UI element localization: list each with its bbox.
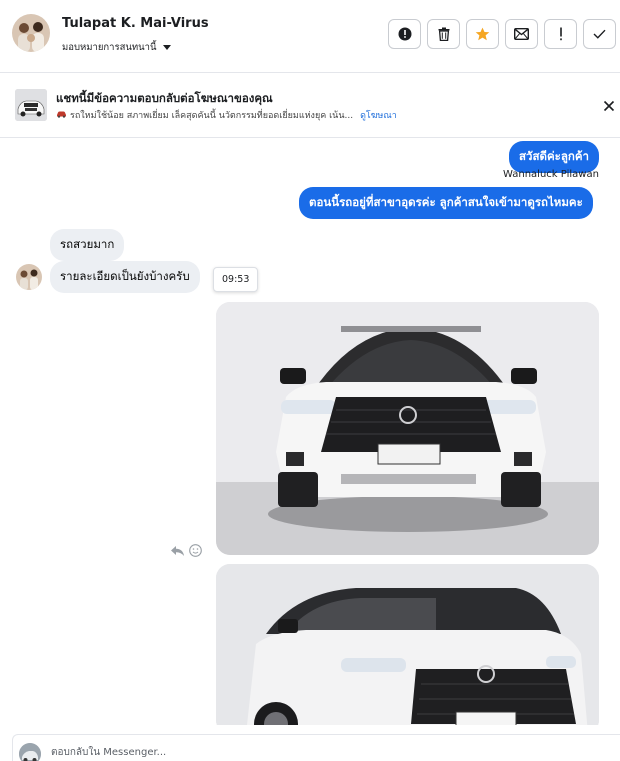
exclamation-icon [559, 27, 563, 41]
star-button[interactable] [466, 19, 499, 49]
check-icon [593, 29, 606, 39]
car-icon [56, 110, 67, 121]
car-photo-front[interactable] [216, 302, 599, 555]
message-composer [12, 734, 620, 761]
delete-button[interactable] [427, 19, 460, 49]
report-icon [398, 27, 412, 41]
mark-unread-button[interactable] [505, 19, 538, 49]
conversation-header: Tulapat K. Mai-Virus มอบหมายการสนทนานี้ [0, 0, 620, 73]
ad-thumbnail[interactable] [15, 89, 47, 121]
incoming-message[interactable]: รายละเอียดเป็นยังบ้างครับ [50, 261, 200, 293]
page-avatar [19, 743, 41, 761]
star-icon [475, 27, 490, 41]
trash-icon [438, 27, 450, 41]
ad-reply-banner: แชทนี้มีข้อความตอบกลับต่อโฆษณาของคุณ รถใ… [0, 74, 620, 138]
contact-name[interactable]: Tulapat K. Mai-Virus [62, 16, 209, 31]
reply-icon[interactable] [170, 542, 185, 561]
ad-banner-description: รถใหม่ใช้น้อย สภาพเยี่ยม เล็คสุดคันนี้ น… [56, 108, 476, 122]
close-icon [601, 99, 617, 118]
ad-banner-title: แชทนี้มีข้อความตอบกลับต่อโฆษณาของคุณ [56, 91, 273, 105]
view-ad-link[interactable]: ดูโฆษณา [360, 108, 397, 122]
emoji-reaction-icon[interactable] [189, 542, 202, 561]
header-actions [388, 19, 616, 49]
assign-conversation-dropdown[interactable]: มอบหมายการสนทนานี้ [62, 40, 171, 55]
car-photo-side[interactable] [216, 564, 599, 725]
caret-down-icon [162, 45, 171, 50]
outgoing-message[interactable]: ตอนนี้รถอยู่ที่สาขาอุดรค่ะ ลูกค้าสนใจเข้… [299, 187, 593, 219]
assign-label: มอบหมายการสนทนานี้ [62, 42, 157, 53]
close-banner-button[interactable] [601, 98, 617, 114]
mark-done-button[interactable] [583, 19, 616, 49]
sender-name: Wannaluck Pilawan [503, 169, 599, 180]
timestamp-tooltip: 09:53 [213, 267, 259, 292]
contact-small-avatar[interactable] [16, 264, 42, 290]
spam-button[interactable] [544, 19, 577, 49]
ad-description-text: รถใหม่ใช้น้อย สภาพเยี่ยม เล็คสุดคันนี้ น… [70, 111, 354, 121]
message-thread[interactable]: สวัสดีค่ะลูกค้า Wannaluck Pilawan ตอนนี้… [0, 139, 620, 725]
report-button[interactable] [388, 19, 421, 49]
mail-icon [514, 28, 529, 40]
reply-input[interactable] [51, 743, 471, 761]
incoming-message[interactable]: รถสวยมาก [50, 229, 125, 261]
contact-avatar[interactable] [12, 14, 50, 52]
message-reactions-tools [170, 542, 202, 561]
